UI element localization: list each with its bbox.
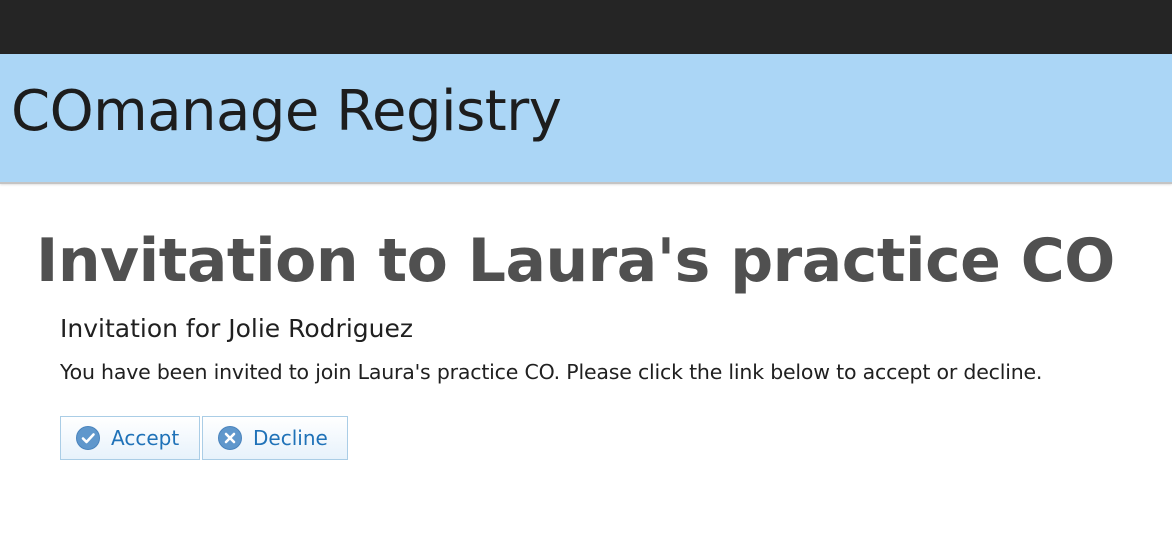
check-circle-icon xyxy=(76,426,100,450)
top-bar xyxy=(0,0,1172,54)
app-title: COmanage Registry xyxy=(11,79,562,144)
decline-button[interactable]: Decline xyxy=(202,416,348,460)
header-banner: COmanage Registry xyxy=(0,54,1172,184)
decline-button-label: Decline xyxy=(253,426,328,450)
page-title: Invitation to Laura's practice CO xyxy=(36,226,1115,296)
invitation-message: You have been invited to join Laura's pr… xyxy=(60,360,1043,384)
accept-button-label: Accept xyxy=(111,426,180,450)
accept-button[interactable]: Accept xyxy=(60,416,200,460)
invitation-subtitle: Invitation for Jolie Rodriguez xyxy=(60,314,413,343)
x-circle-icon xyxy=(218,426,242,450)
